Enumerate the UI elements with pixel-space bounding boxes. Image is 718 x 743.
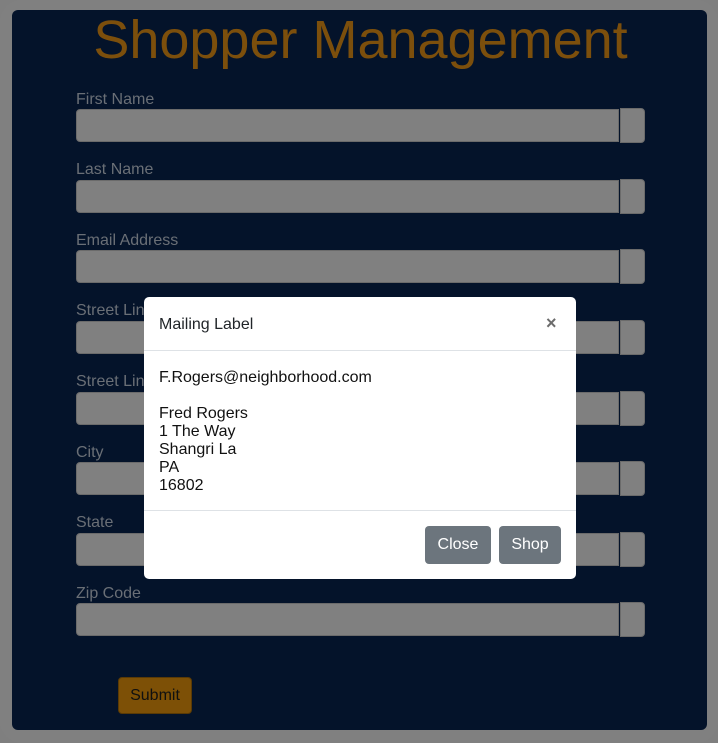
mailing-label-modal: Mailing Label × F.Rogers@neighborhood.co… (144, 297, 576, 579)
label-email: F.Rogers@neighborhood.com (159, 369, 372, 386)
last-name-input[interactable] (76, 180, 619, 213)
label-name: Fred Rogers (159, 405, 248, 422)
street-line-1-addon (620, 320, 645, 355)
first-name-label: First Name (76, 91, 155, 108)
close-icon[interactable]: × (546, 313, 557, 333)
email-address-input[interactable] (76, 250, 619, 283)
last-name-addon (620, 179, 645, 214)
shop-button[interactable]: Shop (499, 526, 561, 564)
first-name-addon (620, 108, 645, 143)
zip-code-label: Zip Code (76, 585, 141, 602)
close-button[interactable]: Close (425, 526, 491, 564)
label-zip: 16802 (159, 477, 204, 494)
city-addon (620, 461, 645, 496)
street-line-1-label: Street Line (76, 302, 154, 319)
zip-code-input[interactable] (76, 603, 619, 636)
window-frame: Shopper Management First Name Last Name … (0, 0, 718, 743)
street-line-2-label: Street Line (76, 373, 154, 390)
label-street: 1 The Way (159, 423, 236, 440)
first-name-input[interactable] (76, 109, 619, 142)
page-title: Shopper Management (93, 10, 628, 70)
modal-body: F.Rogers@neighborhood.com Fred Rogers 1 … (159, 369, 559, 495)
email-address-addon (620, 249, 645, 284)
email-address-label: Email Address (76, 232, 179, 249)
state-label: State (76, 514, 114, 531)
street-line-2-addon (620, 391, 645, 426)
modal-title: Mailing Label (159, 316, 254, 333)
submit-button[interactable]: Submit (118, 677, 192, 714)
modal-header: Mailing Label × (144, 297, 576, 351)
label-state: PA (159, 459, 180, 476)
zip-code-addon (620, 602, 645, 637)
city-label: City (76, 444, 104, 461)
state-addon (620, 532, 645, 567)
last-name-label: Last Name (76, 161, 154, 178)
modal-footer: Close Shop (144, 510, 576, 579)
label-city: Shangri La (159, 441, 237, 458)
